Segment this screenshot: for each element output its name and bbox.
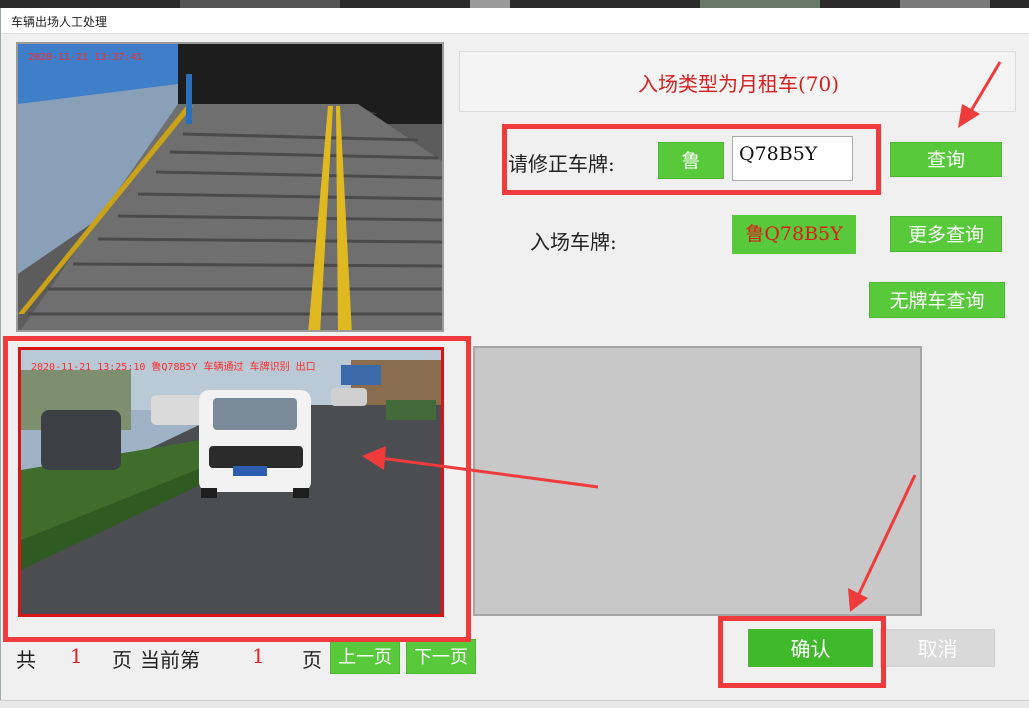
- highlight-exit-image: [3, 336, 471, 642]
- pager-current-suffix: 页: [302, 648, 322, 672]
- entry-plate-label: 入场车牌:: [530, 230, 617, 254]
- pager-total-suffix: 页: [112, 648, 132, 672]
- pager-current-page: 1: [252, 644, 265, 668]
- camera-timestamp: 2020-11-21 13:37:41: [28, 52, 143, 63]
- query-button[interactable]: 查询: [890, 142, 1002, 177]
- window-title: 车辆出场人工处理: [11, 15, 108, 29]
- pager-total-prefix: 共: [16, 648, 36, 672]
- highlight-correct-plate: [502, 124, 881, 195]
- entry-plate-value[interactable]: 鲁Q78B5Y: [732, 215, 856, 254]
- title-bar: 车辆出场人工处理: [1, 8, 1029, 34]
- bottom-edge: [0, 700, 1029, 708]
- highlight-confirm: [718, 616, 886, 688]
- entry-type-message: 入场类型为月租车(70): [637, 72, 840, 96]
- pager-total-pages: 1: [70, 644, 83, 668]
- next-page-button[interactable]: 下一页: [406, 639, 476, 674]
- cancel-button[interactable]: 取消: [880, 629, 995, 667]
- entry-type-panel: 入场类型为月租车(70): [459, 51, 1016, 112]
- entry-camera-image: 2020-11-21 13:37:41: [16, 42, 444, 332]
- plate-preview-area: [473, 346, 922, 616]
- background-taskbar-strip: [0, 0, 1029, 8]
- prev-page-button[interactable]: 上一页: [330, 639, 400, 674]
- pager-current-prefix: 当前第: [140, 648, 200, 672]
- more-query-button[interactable]: 更多查询: [890, 216, 1002, 252]
- no-plate-query-button[interactable]: 无牌车查询: [869, 282, 1005, 318]
- parking-ramp-scene: [18, 44, 442, 330]
